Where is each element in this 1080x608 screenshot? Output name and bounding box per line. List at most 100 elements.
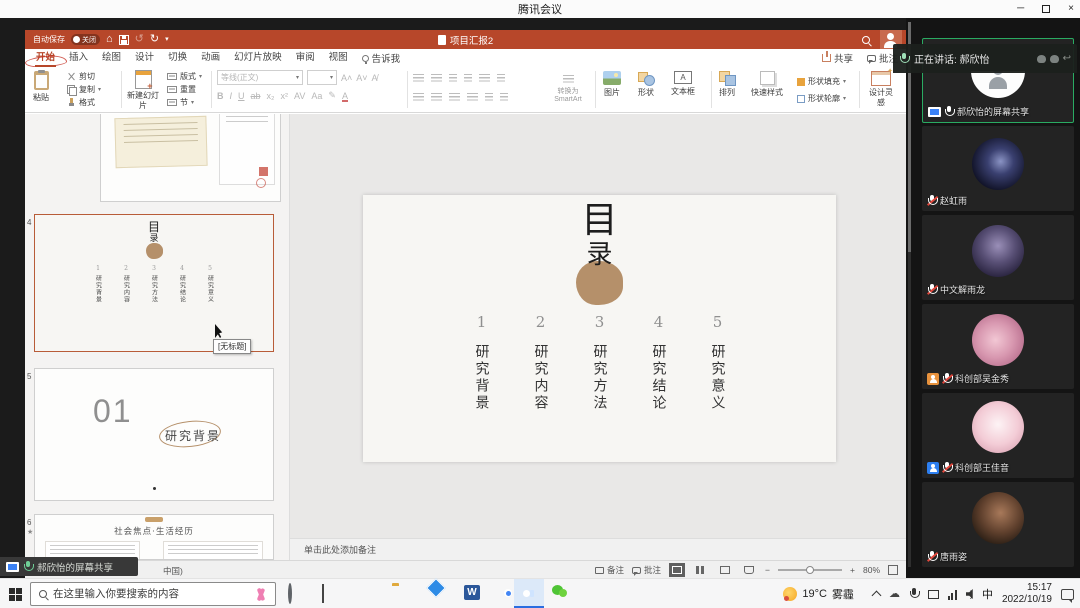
align-center-button[interactable] — [431, 93, 442, 102]
normal-view-button[interactable] — [669, 563, 685, 577]
tab-view[interactable]: 视图 — [322, 49, 355, 67]
numbering-button[interactable] — [431, 74, 442, 83]
slide-thumbnail-3[interactable] — [100, 114, 281, 202]
slide-thumbnail-5[interactable]: 01 研究背景 — [34, 368, 274, 501]
font-size-select[interactable]: ▾ — [307, 70, 337, 85]
smartart-button[interactable]: 转换为SmartArt — [545, 75, 591, 103]
align-right-button[interactable] — [449, 93, 460, 102]
tab-insert[interactable]: 插入 — [62, 49, 95, 67]
close-button[interactable]: × — [1068, 0, 1074, 18]
quickbar-dropdown-icon[interactable]: ▾ — [165, 36, 169, 43]
video-tile[interactable]: 科创部王佳音 — [922, 393, 1074, 478]
volume-icon[interactable]: ) — [966, 589, 973, 599]
reset-button[interactable]: 重置 — [167, 83, 202, 96]
textbox-button[interactable]: A 文本框 — [671, 71, 695, 97]
shape-fill-button[interactable]: 形状填充▾ — [797, 75, 846, 88]
paste-button[interactable]: 粘贴 — [33, 71, 49, 103]
tab-draw[interactable]: 绘图 — [95, 49, 128, 67]
taskbar-clock[interactable]: 15:17 2022/10/19 — [1002, 582, 1052, 607]
tray-mic-icon[interactable] — [909, 588, 919, 600]
shapes-button[interactable]: 形状 — [637, 71, 655, 98]
share-button[interactable]: 共享 — [822, 51, 853, 65]
video-tile[interactable]: 唐雨姿 — [922, 482, 1074, 567]
cloud-icon[interactable]: ☁ — [889, 589, 900, 600]
bullets-button[interactable] — [413, 74, 424, 83]
align-left-button[interactable] — [413, 93, 424, 102]
decrease-indent-button[interactable] — [449, 74, 457, 83]
decrease-font-icon[interactable]: A˅ — [356, 73, 367, 83]
superscript-button[interactable]: x² — [281, 91, 289, 101]
save-icon[interactable] — [119, 35, 129, 45]
zoom-slider[interactable] — [778, 569, 842, 571]
slideshow-view-button[interactable] — [741, 563, 757, 577]
video-tile[interactable]: 中文解雨龙 — [922, 215, 1074, 300]
search-input[interactable] — [53, 588, 247, 600]
slide-sorter-view-button[interactable] — [693, 563, 709, 577]
panel-scrollbar[interactable] — [908, 22, 911, 567]
slide-thumbnail-4-selected[interactable]: 目 录 1研究背景 2研究内容 3研究方法 4研究结论 5研究意义 — [34, 214, 274, 352]
italic-button[interactable]: I — [230, 91, 233, 101]
search-icon[interactable] — [862, 36, 870, 44]
picture-button[interactable]: 图片 — [603, 71, 621, 98]
start-button[interactable] — [9, 588, 22, 601]
clear-format-icon[interactable]: A̸ — [372, 73, 378, 83]
tab-animations[interactable]: 动画 — [194, 49, 227, 67]
zoom-percent[interactable]: 80% — [863, 565, 880, 575]
line-spacing-button[interactable] — [479, 74, 490, 83]
tab-slideshow[interactable]: 幻灯片放映 — [227, 49, 289, 67]
strikethrough-button[interactable]: ab — [251, 91, 261, 101]
zoom-out-button[interactable]: − — [765, 565, 770, 575]
tab-transitions[interactable]: 切换 — [161, 49, 194, 67]
underline-button[interactable]: U — [238, 91, 245, 101]
hidden-icons-chevron[interactable] — [871, 591, 881, 601]
file-explorer-icon[interactable] — [392, 585, 410, 603]
format-painter-button[interactable]: 格式 — [67, 96, 101, 109]
reading-view-button[interactable] — [717, 563, 733, 577]
tab-design[interactable]: 设计 — [128, 49, 161, 67]
cortana-button[interactable] — [288, 585, 306, 603]
weather-widget[interactable]: 19°C 雾霾 — [783, 586, 854, 602]
cut-button[interactable]: 剪切 — [67, 70, 101, 83]
video-tile[interactable]: 赵虹雨 — [922, 126, 1074, 211]
snip-icon[interactable] — [928, 590, 939, 599]
fit-to-window-icon[interactable] — [888, 565, 898, 575]
wechat-icon[interactable] — [552, 585, 570, 603]
new-slide-button[interactable]: 新建幻灯片 — [127, 70, 159, 110]
taskbar-search[interactable] — [30, 582, 276, 606]
slide-thumbnail-6[interactable]: 社会焦点·生活经历 — [34, 514, 274, 560]
text-direction-button[interactable] — [497, 74, 505, 83]
minimize-button[interactable]: ─ — [1017, 0, 1024, 18]
notes-pane[interactable]: 单击此处添加备注 — [290, 538, 906, 560]
notes-toggle-button[interactable]: 备注 — [595, 564, 624, 576]
screen-share-indicator[interactable]: 郝欣怡的屏幕共享 — [0, 557, 138, 576]
font-name-select[interactable]: 等线(正文)▾ — [217, 70, 303, 85]
tab-home[interactable]: 开始 — [29, 49, 62, 67]
tab-review[interactable]: 审阅 — [289, 49, 322, 67]
edge-icon[interactable] — [356, 585, 374, 603]
highlight-button[interactable]: ✎ — [328, 90, 336, 101]
columns-button[interactable] — [485, 93, 493, 102]
subscript-button[interactable]: x₂ — [267, 91, 275, 101]
maximize-button[interactable] — [1042, 5, 1050, 13]
undo-icon[interactable]: ↺ — [135, 34, 144, 45]
ime-indicator[interactable]: 中 — [982, 586, 993, 602]
char-spacing-button[interactable]: AV — [294, 91, 305, 101]
increase-font-icon[interactable]: A˄ — [341, 73, 352, 83]
tell-me-button[interactable]: 告诉我 — [355, 51, 408, 65]
redo-icon[interactable]: ↻ — [150, 34, 159, 45]
task-view-button[interactable] — [322, 585, 340, 603]
align-text-button[interactable] — [500, 93, 508, 102]
shape-outline-button[interactable]: 形状轮廓▾ — [797, 92, 846, 105]
font-color-button[interactable]: A — [342, 91, 348, 101]
arrange-button[interactable]: 排列 — [719, 71, 735, 98]
change-case-button[interactable]: Aa — [311, 91, 322, 101]
design-ideas-button[interactable]: 设计灵感 — [867, 71, 895, 107]
copy-button[interactable]: 复制▾ — [67, 83, 101, 96]
quick-styles-button[interactable]: 快速样式 — [751, 71, 783, 98]
bold-button[interactable]: B — [217, 91, 224, 101]
zoom-slider-handle[interactable] — [806, 566, 814, 574]
comments-toggle-button[interactable]: 批注 — [632, 564, 661, 576]
reaction-icon[interactable] — [1050, 55, 1059, 63]
increase-indent-button[interactable] — [464, 74, 472, 83]
video-tile[interactable]: 科创部吴金秀 — [922, 304, 1074, 389]
